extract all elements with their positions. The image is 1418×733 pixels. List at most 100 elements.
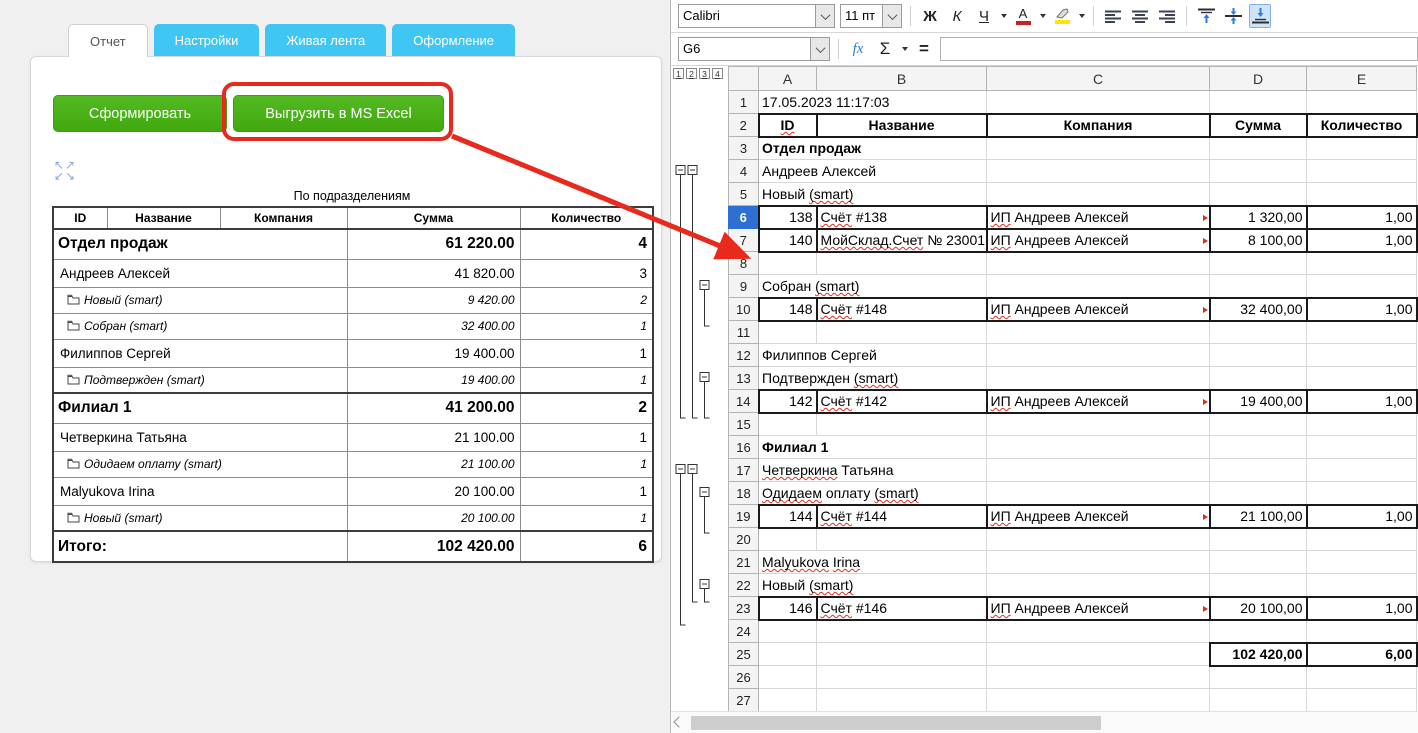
sheet-cell[interactable] xyxy=(1307,436,1417,459)
sheet-cell[interactable] xyxy=(987,689,1210,712)
sheet-cell[interactable]: ИП Андреев Алексей xyxy=(987,390,1210,413)
row-header[interactable]: 12 xyxy=(729,344,759,367)
sheet-cell[interactable]: ИП Андреев Алексей xyxy=(987,505,1210,528)
align-top-button[interactable] xyxy=(1195,4,1217,28)
sheet-cell[interactable] xyxy=(987,367,1210,390)
sheet-cell[interactable]: Четверкина Татьяна xyxy=(759,459,987,482)
highlight-color-button[interactable] xyxy=(1051,4,1073,28)
sheet-cell[interactable] xyxy=(1307,137,1417,160)
sheet-cell[interactable]: Название xyxy=(817,114,987,137)
column-header-A[interactable]: A xyxy=(759,67,817,91)
sheet-cell[interactable]: Отдел продаж xyxy=(759,137,987,160)
sheet-cell[interactable]: 1 320,00 xyxy=(1210,206,1307,229)
sheet-cell[interactable]: 32 400,00 xyxy=(1210,298,1307,321)
sheet-cell[interactable] xyxy=(1210,91,1307,114)
outline-brackets[interactable] xyxy=(671,66,728,711)
sheet-cell[interactable]: Malyukova Irina xyxy=(759,551,987,574)
sheet-cell[interactable] xyxy=(1210,551,1307,574)
sheet-cell[interactable] xyxy=(1210,666,1307,689)
horizontal-scrollbar[interactable] xyxy=(671,711,1418,733)
sheet-cell[interactable]: 20 100,00 xyxy=(1210,597,1307,620)
sheet-cell[interactable] xyxy=(1307,252,1417,275)
column-header-E[interactable]: E xyxy=(1307,67,1417,91)
sheet-cell[interactable]: 1,00 xyxy=(1307,206,1417,229)
highlight-dropdown-icon[interactable] xyxy=(1079,14,1085,18)
sum-dropdown-icon[interactable] xyxy=(902,47,908,51)
row-header[interactable]: 16 xyxy=(729,436,759,459)
sheet-cell[interactable]: Счёт #144 xyxy=(817,505,987,528)
row-header[interactable]: 13 xyxy=(729,367,759,390)
sheet-cell[interactable] xyxy=(817,666,987,689)
font-color-dropdown-icon[interactable] xyxy=(1040,14,1046,18)
generate-report-button[interactable]: Сформировать xyxy=(53,95,227,132)
sheet-cell[interactable] xyxy=(817,252,987,275)
sheet-cell[interactable] xyxy=(1210,689,1307,712)
sheet-cell[interactable] xyxy=(1307,482,1417,505)
underline-button[interactable]: Ч xyxy=(973,4,995,28)
sheet-cell[interactable] xyxy=(987,413,1210,436)
sheet-cell[interactable] xyxy=(987,551,1210,574)
sheet-cell[interactable] xyxy=(1307,574,1417,597)
sum-button[interactable]: Σ xyxy=(874,37,896,61)
sheet-cell[interactable]: Филиал 1 xyxy=(759,436,987,459)
sheet-cell[interactable] xyxy=(1210,275,1307,298)
sheet-cell[interactable]: 1,00 xyxy=(1307,597,1417,620)
chevron-down-icon[interactable] xyxy=(810,38,829,60)
sheet-cell[interactable]: 142 xyxy=(759,390,817,413)
sheet-cell[interactable]: Новый (smart) xyxy=(759,574,987,597)
sheet-cell[interactable] xyxy=(987,528,1210,551)
tab-appearance[interactable]: Оформление xyxy=(392,24,515,56)
sheet-cell[interactable] xyxy=(1210,459,1307,482)
bold-button[interactable]: Ж xyxy=(919,4,941,28)
sheet-cell[interactable] xyxy=(1210,620,1307,643)
expand-fullscreen-icon[interactable]: ↖↗↙↘ xyxy=(54,160,80,182)
sheet-cell[interactable] xyxy=(987,91,1210,114)
sheet-cell[interactable] xyxy=(1210,574,1307,597)
tab-report[interactable]: Отчет xyxy=(68,24,148,57)
sheet-cell[interactable] xyxy=(759,689,817,712)
sheet-cell[interactable] xyxy=(987,252,1210,275)
underline-dropdown-icon[interactable] xyxy=(1001,14,1007,18)
sheet-cell[interactable]: Счёт #138 xyxy=(817,206,987,229)
sheet-cell[interactable] xyxy=(1307,160,1417,183)
tab-settings[interactable]: Настройки xyxy=(154,24,260,56)
sheet-cell[interactable] xyxy=(759,321,817,344)
row-header[interactable]: 15 xyxy=(729,413,759,436)
sheet-cell[interactable] xyxy=(1307,620,1417,643)
sheet-cell[interactable] xyxy=(1210,413,1307,436)
chevron-down-icon[interactable] xyxy=(815,5,834,27)
sheet-cell[interactable] xyxy=(1307,689,1417,712)
sheet-cell[interactable] xyxy=(1307,321,1417,344)
formula-input[interactable] xyxy=(940,37,1418,61)
sheet-cell[interactable] xyxy=(987,666,1210,689)
row-header[interactable]: 17 xyxy=(729,459,759,482)
sheet-cell[interactable]: 1,00 xyxy=(1307,298,1417,321)
sheet-cell[interactable] xyxy=(817,413,987,436)
sheet-cell[interactable] xyxy=(1307,459,1417,482)
font-size-select[interactable]: 11 пт xyxy=(840,4,902,28)
row-header[interactable]: 20 xyxy=(729,528,759,551)
sheet-cell[interactable]: 17.05.2023 11:17:03 xyxy=(759,91,987,114)
sheet-cell[interactable]: Счёт #148 xyxy=(817,298,987,321)
align-bottom-button[interactable] xyxy=(1249,4,1271,28)
align-middle-button[interactable] xyxy=(1222,4,1244,28)
sheet-cell[interactable]: Филиппов Сергей xyxy=(759,344,987,367)
sheet-cell[interactable]: 146 xyxy=(759,597,817,620)
sheet-cell[interactable] xyxy=(987,321,1210,344)
sheet-cell[interactable] xyxy=(1210,344,1307,367)
row-header[interactable]: 24 xyxy=(729,620,759,643)
sheet-cell[interactable] xyxy=(1210,367,1307,390)
sheet-cell[interactable] xyxy=(759,413,817,436)
sheet-cell[interactable]: Собран (smart) xyxy=(759,275,987,298)
row-header[interactable]: 25 xyxy=(729,643,759,666)
function-wizard-button[interactable]: fx xyxy=(847,37,869,61)
sheet-cell[interactable] xyxy=(1210,321,1307,344)
row-header[interactable]: 10 xyxy=(729,298,759,321)
sheet-cell[interactable] xyxy=(1210,160,1307,183)
sheet-cell[interactable] xyxy=(759,666,817,689)
sheet-cell[interactable] xyxy=(817,321,987,344)
italic-button[interactable]: К xyxy=(946,4,968,28)
row-header[interactable]: 27 xyxy=(729,689,759,712)
sheet-cell[interactable] xyxy=(1210,528,1307,551)
sheet-cell[interactable]: МойСклад.Счет № 23001 xyxy=(817,229,987,252)
